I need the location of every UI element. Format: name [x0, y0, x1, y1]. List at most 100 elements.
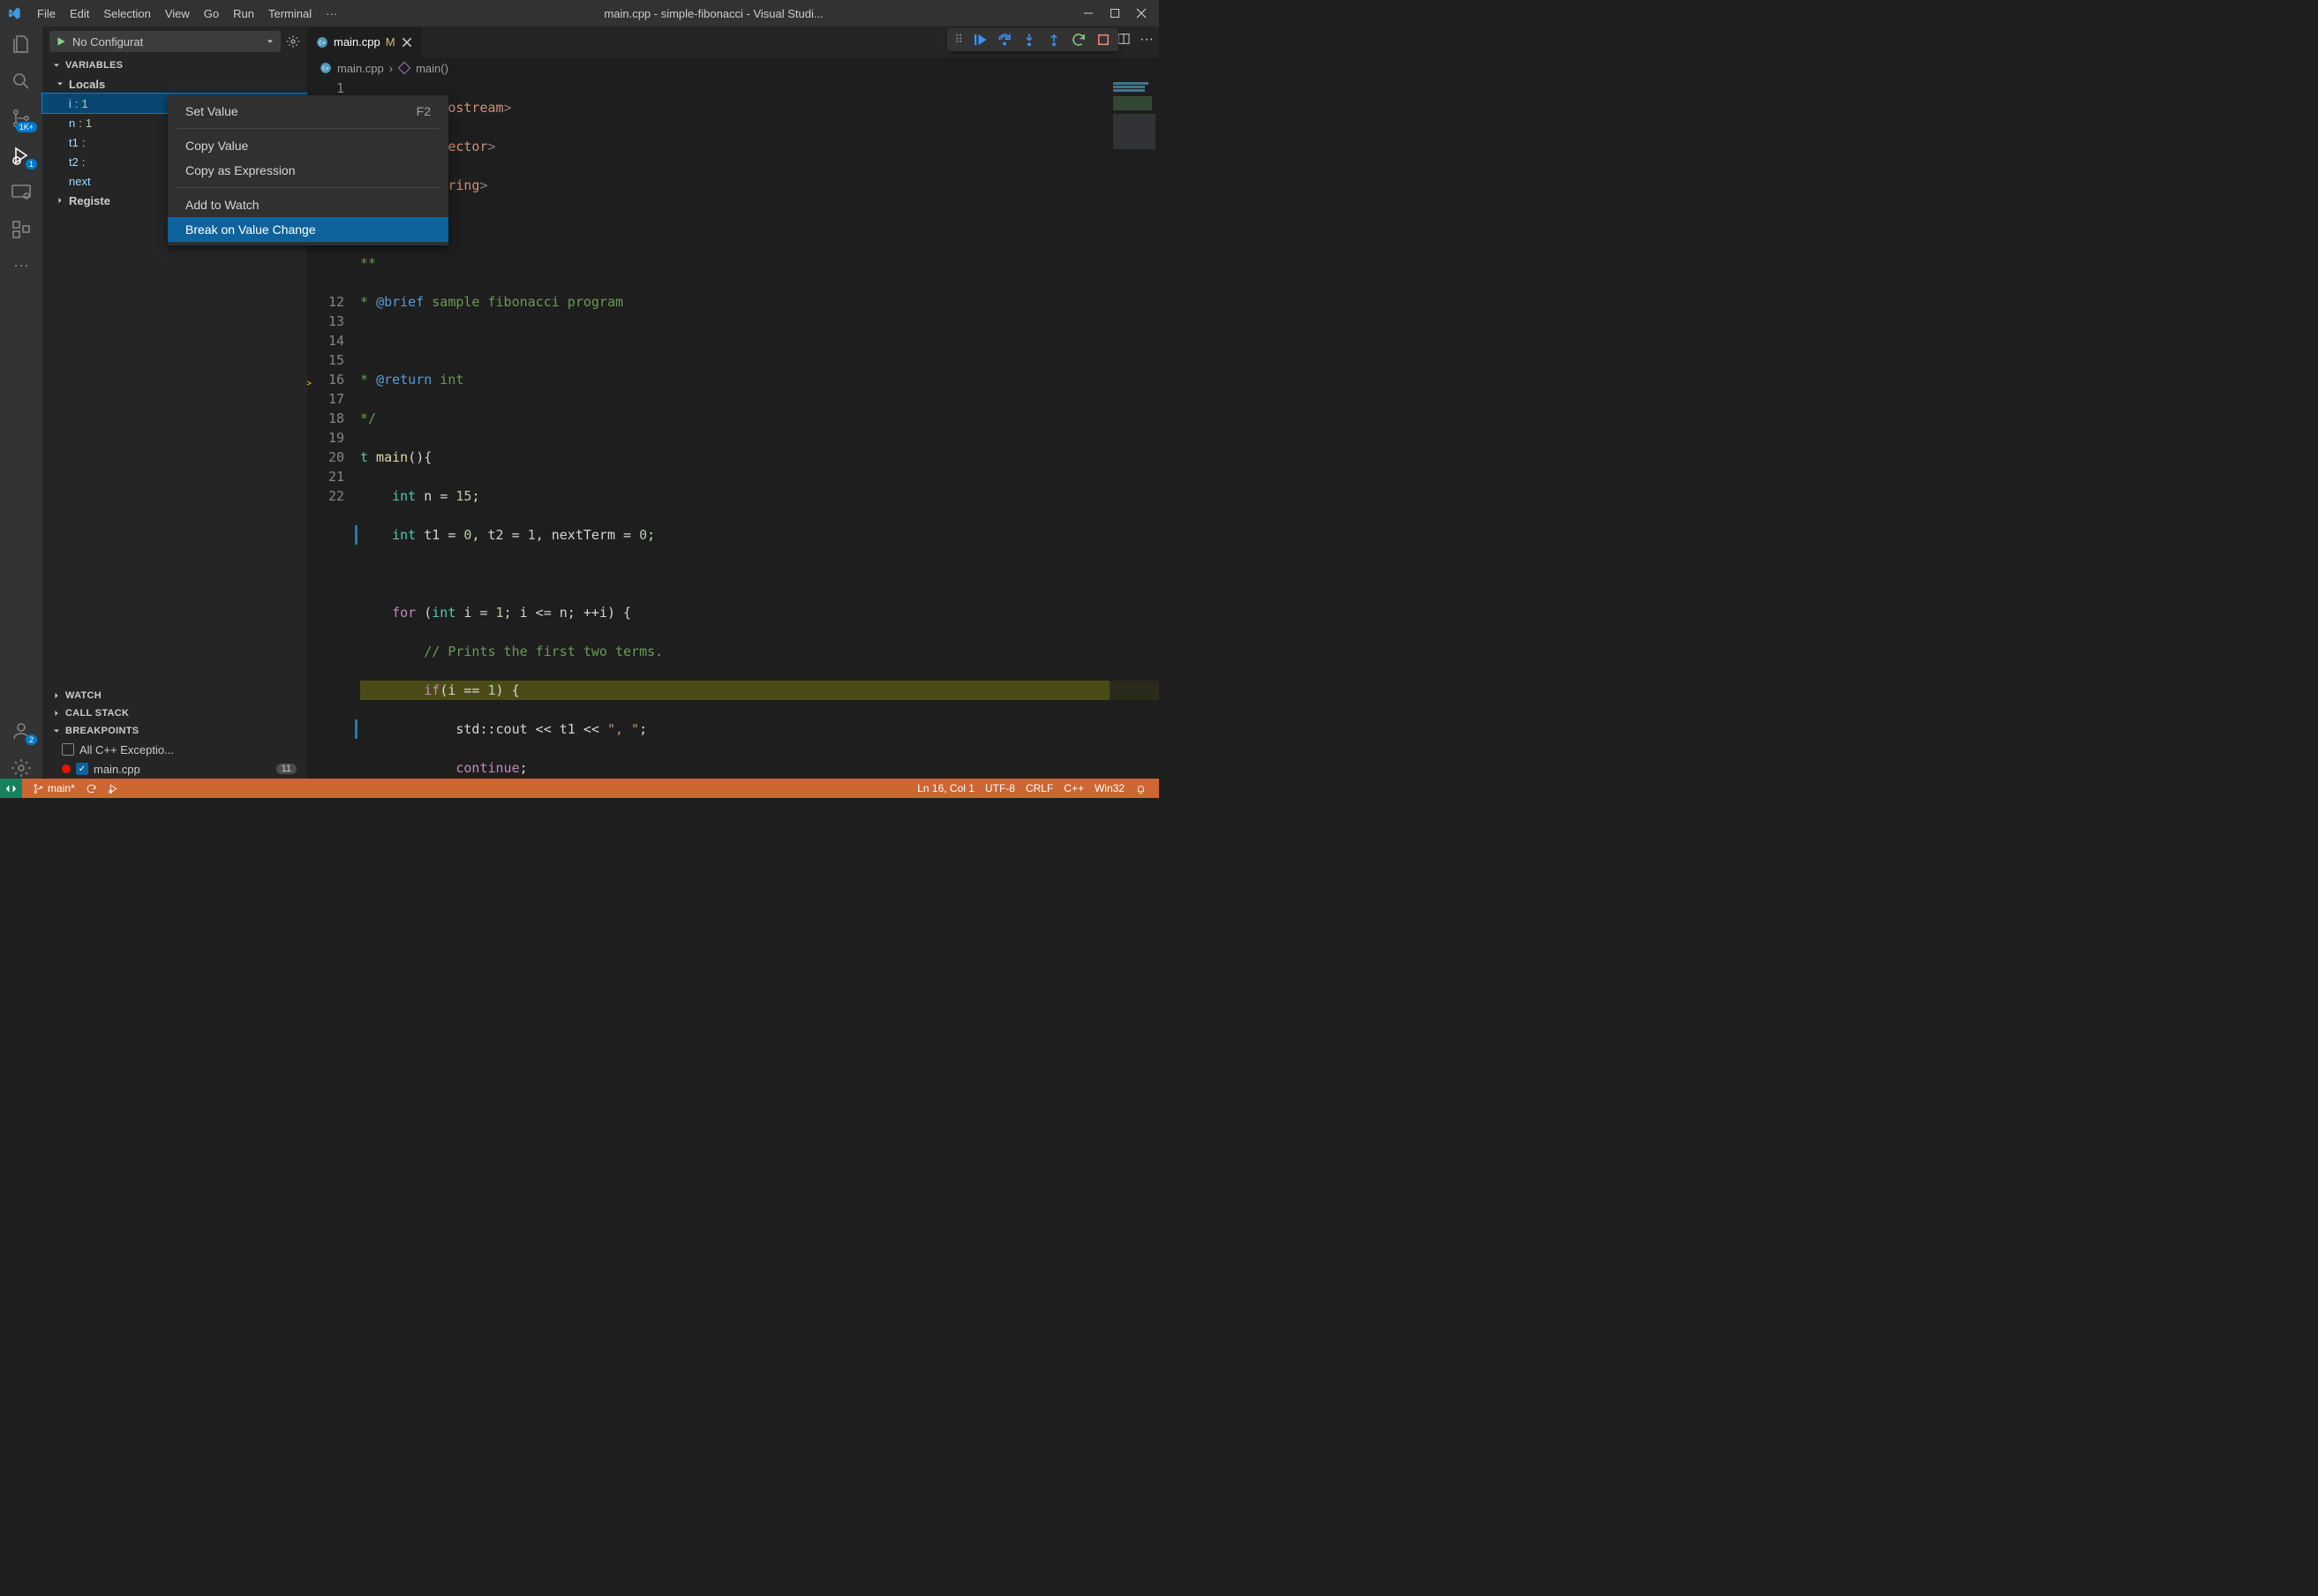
breadcrumb-symbol[interactable]: main(): [416, 62, 448, 75]
menu-item-label: Add to Watch: [185, 198, 260, 212]
var-name: t2: [69, 155, 79, 169]
var-value: 1: [82, 97, 88, 110]
var-name: n: [69, 117, 75, 130]
title-bar: File Edit Selection View Go Run Terminal…: [0, 0, 1159, 26]
section-watch[interactable]: Watch: [42, 687, 307, 704]
menu-add-to-watch[interactable]: Add to Watch: [168, 192, 448, 217]
run-and-debug-icon[interactable]: 1: [11, 145, 32, 166]
remote-explorer-icon[interactable]: [11, 182, 32, 203]
menu-edit[interactable]: Edit: [63, 7, 96, 20]
status-notifications-icon[interactable]: [1130, 783, 1152, 794]
step-into-icon[interactable]: [1021, 32, 1037, 48]
menu-run[interactable]: Run: [226, 7, 261, 20]
menu-set-value[interactable]: Set Value F2: [168, 99, 448, 124]
menu-view[interactable]: View: [158, 7, 197, 20]
status-sync-icon[interactable]: [80, 783, 102, 794]
drag-grip-icon[interactable]: ⠿: [954, 33, 963, 47]
tab-label: main.cpp: [334, 35, 380, 49]
configure-gear-icon[interactable]: [286, 34, 300, 49]
status-language[interactable]: C++: [1058, 782, 1089, 794]
menu-file[interactable]: File: [30, 7, 63, 20]
section-variables-label: Variables: [65, 60, 123, 71]
symbol-method-icon: [398, 62, 410, 74]
menu-break-on-value-change[interactable]: Break on Value Change: [168, 217, 448, 242]
menu-selection[interactable]: Selection: [96, 7, 157, 20]
accounts-icon[interactable]: 2: [11, 720, 32, 742]
var-value: 1: [86, 117, 92, 130]
menu-copy-expression[interactable]: Copy as Expression: [168, 158, 448, 183]
scm-badge: 1K+: [16, 122, 37, 132]
section-variables[interactable]: Variables: [42, 56, 307, 74]
status-bar: main* Ln 16, Col 1 UTF-8 CRLF C++ Win32: [0, 779, 1159, 798]
close-icon[interactable]: [401, 36, 413, 49]
menu-item-label: Break on Value Change: [185, 222, 316, 237]
status-eol[interactable]: CRLF: [1020, 782, 1058, 794]
more-icon[interactable]: ···: [11, 256, 32, 277]
var-name: next: [69, 175, 91, 188]
breakpoint-line-badge: 11: [276, 764, 297, 774]
window-minimize-icon[interactable]: [1083, 8, 1094, 19]
remote-indicator[interactable]: [0, 779, 22, 798]
chevron-right-icon: [51, 690, 62, 701]
menu-accelerator: F2: [417, 104, 431, 118]
settings-gear-icon[interactable]: [11, 757, 32, 779]
menu-terminal[interactable]: Terminal: [261, 7, 319, 20]
locals-header[interactable]: Locals: [42, 74, 307, 94]
more-actions-icon[interactable]: ···: [1140, 32, 1154, 48]
checkbox-unchecked-icon[interactable]: [62, 743, 74, 756]
window-maximize-icon[interactable]: [1110, 8, 1120, 19]
extensions-icon[interactable]: [11, 219, 32, 240]
explorer-icon[interactable]: [11, 34, 32, 55]
play-icon: [55, 35, 67, 48]
stop-icon[interactable]: [1095, 32, 1111, 48]
breadcrumb[interactable]: C+ main.cpp › main(): [307, 57, 1159, 79]
var-name: t1: [69, 136, 79, 149]
breakpoint-all-cpp-exceptions[interactable]: All C++ Exceptio...: [42, 740, 307, 759]
accounts-badge: 2: [26, 734, 37, 745]
breakpoint-dot-icon: [62, 764, 71, 773]
restart-icon[interactable]: [1071, 32, 1087, 48]
chevron-right-icon: ›: [389, 62, 393, 75]
window-title: main.cpp - simple-fibonacci - Visual Stu…: [344, 7, 1083, 20]
status-target[interactable]: Win32: [1089, 782, 1130, 794]
var-name: i: [69, 97, 71, 110]
branch-label: main*: [48, 782, 75, 794]
debug-config-selector[interactable]: No Configurat: [49, 31, 281, 52]
menu-copy-value[interactable]: Copy Value: [168, 133, 448, 158]
registers-label: Registe: [69, 194, 110, 207]
status-debug-icon[interactable]: [102, 783, 124, 794]
section-breakpoints[interactable]: Breakpoints: [42, 722, 307, 740]
section-breakpoints-label: Breakpoints: [65, 726, 139, 736]
menu-overflow-icon[interactable]: ···: [319, 7, 344, 20]
chevron-down-icon: [265, 36, 275, 47]
source-control-icon[interactable]: 1K+: [11, 108, 32, 129]
section-callstack[interactable]: Call Stack: [42, 704, 307, 722]
section-callstack-label: Call Stack: [65, 708, 129, 719]
context-menu: Set Value F2 Copy Value Copy as Expressi…: [168, 95, 448, 245]
checkbox-checked-icon[interactable]: ✓: [76, 763, 88, 775]
code-content[interactable]: #include <iostream> #include <vector> .n…: [360, 79, 1159, 779]
status-branch[interactable]: main*: [27, 782, 80, 794]
split-editor-icon[interactable]: [1117, 32, 1131, 48]
status-position[interactable]: Ln 16, Col 1: [912, 782, 980, 794]
search-icon[interactable]: [11, 71, 32, 92]
chevron-right-icon: [51, 708, 62, 719]
minimap[interactable]: [1110, 79, 1159, 779]
step-out-icon[interactable]: [1046, 32, 1062, 48]
debug-toolbar[interactable]: ⠿: [947, 28, 1118, 51]
breadcrumb-file[interactable]: main.cpp: [337, 62, 384, 75]
menu-go[interactable]: Go: [197, 7, 226, 20]
debug-badge: 1: [26, 159, 37, 169]
svg-text:C+: C+: [322, 64, 329, 72]
debug-config-label: No Configurat: [72, 35, 143, 49]
tab-main-cpp[interactable]: C+ main.cpp M: [307, 26, 423, 57]
step-over-icon[interactable]: [997, 32, 1012, 48]
vscode-logo-icon: [7, 6, 21, 20]
menu-item-label: Copy as Expression: [185, 163, 296, 177]
continue-icon[interactable]: [972, 32, 988, 48]
cpp-file-icon: C+: [320, 62, 332, 74]
status-encoding[interactable]: UTF-8: [980, 782, 1020, 794]
window-close-icon[interactable]: [1136, 8, 1147, 19]
breakpoint-main-cpp[interactable]: ✓ main.cpp 11: [42, 759, 307, 779]
svg-text:C+: C+: [319, 39, 326, 46]
